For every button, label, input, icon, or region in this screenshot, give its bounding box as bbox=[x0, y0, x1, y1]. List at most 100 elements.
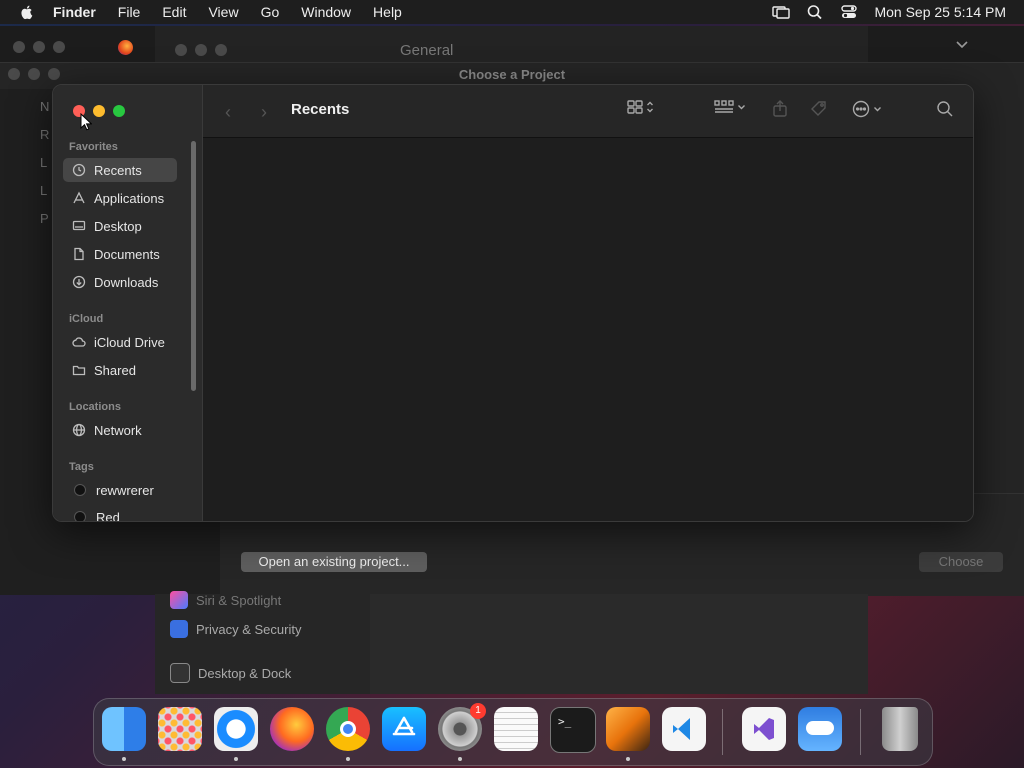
garageband-icon[interactable] bbox=[606, 707, 650, 751]
finder-content-area[interactable] bbox=[203, 138, 973, 521]
shared-folder-icon bbox=[72, 363, 86, 377]
download-icon bbox=[72, 275, 86, 289]
share-icon bbox=[773, 100, 787, 117]
finder-sidebar: Favorites Recents Applications Desktop D… bbox=[53, 85, 203, 521]
fullscreen-icon[interactable] bbox=[113, 105, 125, 117]
ellipsis-circle-icon bbox=[852, 100, 870, 118]
group-button[interactable] bbox=[714, 100, 746, 114]
sidebar-item-label: Desktop bbox=[94, 218, 142, 234]
sidebar-item-network[interactable]: Network bbox=[63, 418, 177, 442]
tag-icon bbox=[811, 101, 826, 116]
menu-file[interactable]: File bbox=[118, 4, 141, 20]
group-icon bbox=[714, 100, 734, 113]
desktop-icon bbox=[72, 219, 86, 233]
notification-badge: 1 bbox=[470, 703, 486, 719]
terminal-prompt-glyph: >_ bbox=[558, 715, 572, 728]
menu-go[interactable]: Go bbox=[261, 4, 280, 20]
settings-window-controls bbox=[175, 44, 227, 56]
finder-window: Favorites Recents Applications Desktop D… bbox=[52, 84, 974, 522]
menu-window[interactable]: Window bbox=[301, 4, 351, 20]
menu-app-name[interactable]: Finder bbox=[53, 4, 96, 20]
sidebar-item-label: Shared bbox=[94, 362, 136, 378]
textedit-icon[interactable] bbox=[494, 707, 538, 751]
sidebar-item-documents[interactable]: Documents bbox=[63, 242, 177, 266]
back-icon[interactable]: ‹ bbox=[225, 102, 231, 123]
sidebar-item-applications[interactable]: Applications bbox=[63, 186, 177, 210]
control-center-icon[interactable] bbox=[840, 4, 858, 20]
safari-icon[interactable] bbox=[214, 707, 258, 751]
sidebar-item-desktop[interactable]: Desktop bbox=[63, 214, 177, 238]
running-indicator bbox=[458, 757, 462, 761]
chrome-center bbox=[340, 721, 356, 737]
choose-button[interactable]: Choose bbox=[919, 552, 1003, 572]
trash-icon[interactable] bbox=[882, 707, 918, 751]
search-icon bbox=[937, 101, 953, 117]
launchpad-icon[interactable] bbox=[158, 707, 202, 751]
terminal-icon[interactable] bbox=[550, 707, 596, 753]
sidebar-item-downloads[interactable]: Downloads bbox=[63, 270, 177, 294]
running-indicator bbox=[122, 757, 126, 761]
chevron-down-icon[interactable] bbox=[955, 40, 969, 50]
running-indicator bbox=[626, 757, 630, 761]
hand-icon bbox=[170, 620, 188, 638]
icloud-header: iCloud bbox=[69, 313, 104, 325]
settings-item-label: Privacy & Security bbox=[196, 621, 302, 637]
globe-icon bbox=[72, 423, 86, 437]
favorites-header: Favorites bbox=[69, 141, 118, 153]
document-icon bbox=[72, 247, 86, 261]
screen-mirroring-icon[interactable] bbox=[772, 4, 791, 20]
vscode-glyph bbox=[673, 718, 690, 740]
open-existing-project-button[interactable]: Open an existing project... bbox=[241, 552, 427, 572]
settings-item-label: Desktop & Dock bbox=[198, 665, 292, 681]
sidebar-item-shared[interactable]: Shared bbox=[63, 358, 177, 382]
app-store-glyph bbox=[392, 716, 416, 736]
siri-icon bbox=[170, 591, 188, 609]
tags-header: Tags bbox=[69, 461, 94, 473]
sidebar-item-label: Network bbox=[94, 422, 142, 438]
tag-color-dot bbox=[74, 484, 86, 496]
dock-separator bbox=[860, 709, 861, 755]
tag-button[interactable] bbox=[810, 100, 828, 118]
menu-clock[interactable]: Mon Sep 25 5:14 PM bbox=[874, 4, 1006, 20]
search-button[interactable] bbox=[936, 100, 954, 118]
sidebar-item-label: Red bbox=[96, 509, 120, 522]
settings-item-privacy[interactable]: Privacy & Security bbox=[170, 620, 301, 638]
sidebar-item-label: Downloads bbox=[94, 274, 159, 290]
apple-logo-icon[interactable] bbox=[19, 4, 35, 20]
spotlight-search-icon[interactable] bbox=[806, 4, 824, 20]
firefox-icon[interactable] bbox=[270, 707, 314, 751]
project-sidebar-fragment: L bbox=[40, 155, 48, 170]
folder-title: Recents bbox=[291, 101, 350, 118]
project-sidebar-fragment: N bbox=[40, 99, 50, 114]
menu-view[interactable]: View bbox=[208, 4, 238, 20]
forward-icon[interactable]: › bbox=[261, 102, 267, 123]
settings-item-desktop-dock[interactable]: Desktop & Dock bbox=[170, 663, 291, 683]
firefox-small-icon bbox=[118, 40, 133, 55]
grid-view-icon bbox=[627, 100, 643, 114]
finder-icon[interactable] bbox=[102, 707, 146, 751]
view-mode-button[interactable] bbox=[627, 100, 654, 114]
minimize-icon[interactable] bbox=[93, 105, 105, 117]
menu-edit[interactable]: Edit bbox=[162, 4, 186, 20]
sidebar-tag-red[interactable]: Red bbox=[63, 505, 177, 522]
locations-header: Locations bbox=[69, 401, 121, 413]
settings-content bbox=[370, 594, 868, 694]
dock-separator bbox=[722, 709, 723, 755]
project-sidebar-fragment: P bbox=[40, 211, 49, 226]
menu-help[interactable]: Help bbox=[373, 4, 402, 20]
sidebar-item-recents[interactable]: Recents bbox=[63, 158, 177, 182]
sidebar-item-label: Documents bbox=[94, 246, 160, 262]
clock-icon bbox=[72, 163, 86, 177]
finder-toolbar: ‹ › Recents bbox=[203, 85, 973, 138]
sidebar-item-label: rewwrerer bbox=[96, 482, 154, 498]
applications-icon bbox=[72, 191, 86, 205]
settings-title: General bbox=[400, 42, 454, 59]
project-window-title: Choose a Project bbox=[458, 67, 566, 82]
sidebar-item-label: Recents bbox=[94, 162, 142, 178]
share-button[interactable] bbox=[772, 100, 788, 118]
sidebar-item-icloud-drive[interactable]: iCloud Drive bbox=[63, 330, 177, 354]
settings-item-siri[interactable]: Siri & Spotlight bbox=[170, 591, 281, 609]
more-actions-button[interactable] bbox=[852, 100, 882, 118]
sidebar-scrollbar[interactable] bbox=[191, 141, 196, 391]
sidebar-tag-rewwrerer[interactable]: rewwrerer bbox=[63, 478, 177, 502]
